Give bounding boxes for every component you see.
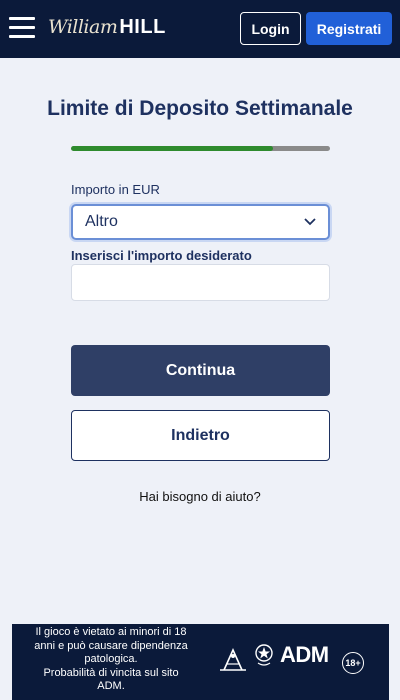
custom-amount-input[interactable] — [71, 264, 330, 301]
progress-bar — [71, 146, 330, 151]
amount-select[interactable]: Altro — [71, 204, 330, 240]
top-header: William HILL Login Registrati — [0, 0, 400, 58]
william-hill-logo[interactable]: William HILL — [48, 16, 166, 42]
page-title: Limite di Deposito Settimanale — [47, 97, 353, 120]
continue-button[interactable]: Continua — [71, 345, 330, 396]
age-restriction-badge: 18+ — [342, 652, 364, 674]
warning-line: ADM. — [97, 680, 125, 692]
warning-line: Probabilità di vincita sul sito — [43, 666, 179, 679]
italian-republic-emblem-icon — [255, 644, 273, 666]
amount-select-value: Altro — [85, 213, 118, 230]
hamburger-line — [9, 35, 35, 38]
logo-bold-text: HILL — [119, 16, 166, 38]
responsible-gaming-footer: Il gioco è vietato ai minori di 18 anni … — [12, 624, 389, 700]
hamburger-line — [9, 26, 35, 29]
warning-line: anni e può causare dipendenza — [34, 639, 188, 652]
warning-line: patologica. — [84, 653, 138, 665]
amount-label: Importo in EUR — [71, 182, 160, 197]
adm-seal-icon — [220, 648, 246, 671]
warning-line: Il gioco è vietato ai minori di 18 — [35, 626, 187, 638]
help-link[interactable]: Hai bisogno di aiuto? — [0, 489, 400, 504]
login-button[interactable]: Login — [240, 12, 301, 45]
hamburger-icon[interactable] — [9, 17, 35, 41]
back-button[interactable]: Indietro — [71, 410, 330, 461]
chevron-down-icon — [304, 215, 316, 229]
logo-script-text: William — [48, 16, 118, 38]
custom-amount-label: Inserisci l'importo desiderato — [71, 248, 252, 263]
gambling-warning-text: Il gioco è vietato ai minori di 18 anni … — [26, 626, 196, 694]
hamburger-line — [9, 17, 35, 20]
adm-logo-text: ADM — [280, 642, 329, 667]
register-button[interactable]: Registrati — [306, 12, 392, 45]
progress-bar-fill — [71, 146, 274, 151]
